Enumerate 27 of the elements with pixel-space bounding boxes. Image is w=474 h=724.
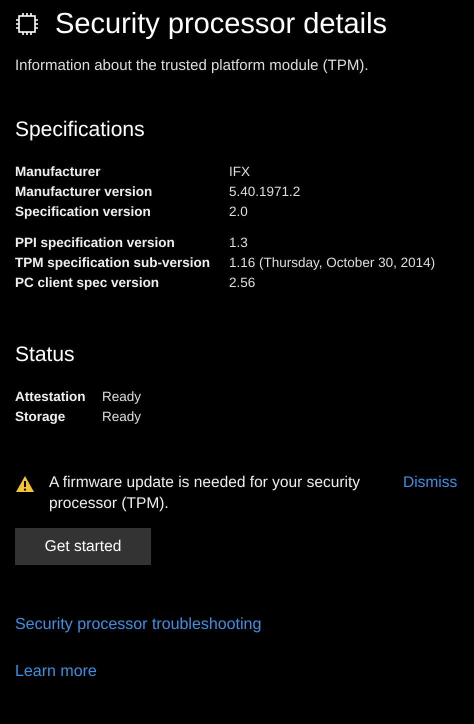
status-value: Ready [102, 388, 142, 406]
chip-icon [15, 12, 39, 36]
dismiss-link[interactable]: Dismiss [403, 472, 458, 493]
help-link[interactable]: Security processor troubleshooting [15, 613, 262, 637]
warning-icon [15, 475, 35, 493]
spec-label: PPI specification version [15, 234, 176, 252]
section-heading: Status [15, 342, 76, 368]
spec-value: 2.56 [229, 274, 256, 292]
spec-value: 1.16 (Thursday, October 30, 2014) [229, 254, 436, 272]
spec-value: 5.40.1971.2 [229, 183, 302, 201]
section-heading: Specifications [15, 117, 146, 143]
spec-label: TPM specification sub-version [15, 254, 212, 272]
status-label: Storage [15, 408, 66, 426]
page-description: Information about the trusted platform module (TPM). [15, 56, 370, 76]
spec-value: 1.3 [229, 234, 249, 252]
spec-label: Manufacturer [15, 163, 102, 181]
spec-label: Manufacturer version [15, 183, 154, 201]
spec-value: IFX [229, 163, 252, 181]
spec-label: PC client spec version [15, 274, 160, 292]
page-title: Security processor details [55, 7, 388, 42]
status-value: Ready [102, 408, 142, 426]
spec-value: 2.0 [229, 203, 249, 221]
get-started-button[interactable]: Get started [15, 528, 151, 565]
status-label: Attestation [15, 388, 86, 406]
help-link[interactable]: Learn more [15, 660, 97, 684]
spec-label: Specification version [15, 203, 152, 221]
warning-message: A firmware update is needed for your security processor (TPM). [49, 473, 362, 514]
